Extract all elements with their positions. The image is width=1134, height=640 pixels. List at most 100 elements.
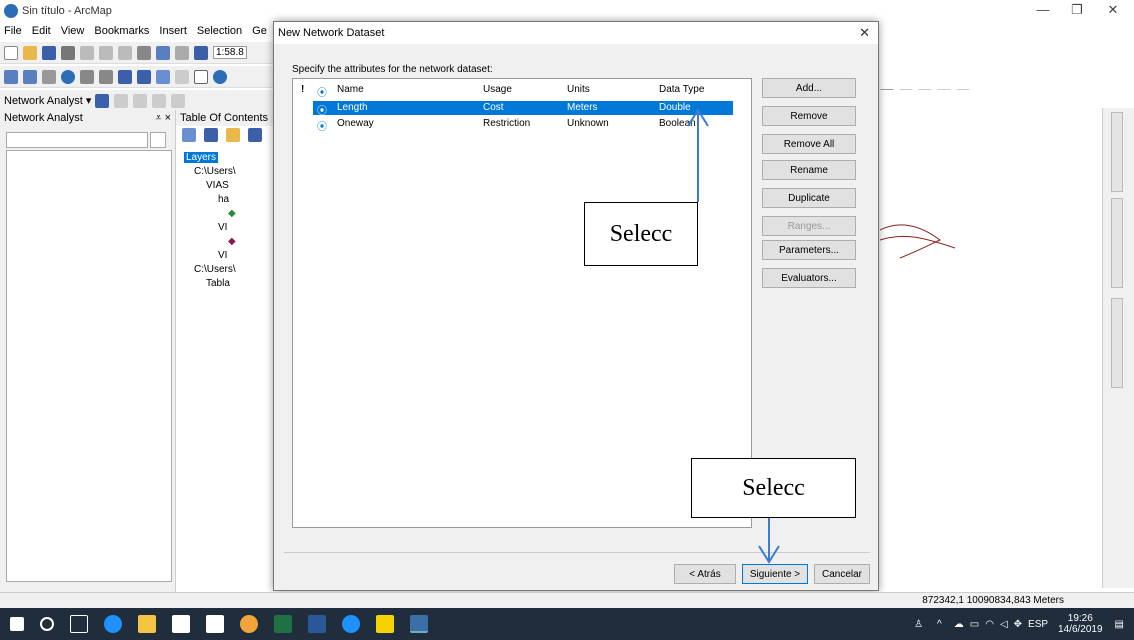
toc-item-layer-ha[interactable]: ha	[218, 194, 229, 205]
menu-edit[interactable]: Edit	[32, 25, 51, 37]
fixed-zoom-out-icon[interactable]	[99, 69, 113, 84]
redo-icon[interactable]	[175, 45, 189, 60]
menu-bookmarks[interactable]: Bookmarks	[94, 25, 149, 37]
identify-icon[interactable]	[213, 69, 227, 84]
word-icon[interactable]	[308, 615, 326, 633]
task-view-icon[interactable]	[70, 615, 88, 633]
new-network-dataset-dialog: New Network Dataset ✕ Specify the attrib…	[273, 21, 879, 591]
map-feature-lines	[879, 224, 956, 259]
arcmap-taskbar-icon[interactable]	[410, 615, 428, 633]
list-by-selection-icon[interactable]	[248, 128, 262, 142]
na-location-icon[interactable]	[114, 93, 129, 108]
battery-icon[interactable]: ▭	[970, 619, 979, 630]
callout-arrows	[687, 108, 780, 564]
windows-taskbar: ♙ ^ ☁ ▭ ◠ ◁ ✥ ESP 19:26 14/6/2019 ▤	[0, 608, 1134, 640]
maximize-icon[interactable]: ❐	[1062, 2, 1092, 18]
windows-start-icon[interactable]	[10, 617, 24, 631]
volume-icon[interactable]: ◁	[1000, 619, 1008, 630]
toc-item-layer-vi-checked[interactable]: VI	[218, 250, 227, 261]
na-classes-list[interactable]	[6, 150, 172, 582]
delete-icon[interactable]	[137, 45, 151, 60]
menu-selection[interactable]: Selection	[197, 25, 242, 37]
search-icon[interactable]	[40, 617, 54, 631]
app-title-bar: Sin título - ArcMap — ❐ ✕	[0, 0, 1134, 22]
file-explorer-icon[interactable]	[138, 615, 156, 633]
menu-file[interactable]: File	[4, 25, 22, 37]
select-features-icon[interactable]	[156, 69, 170, 84]
coordinates-readout: 872342,1 10090834,843 Meters	[922, 595, 1064, 606]
add-data-icon[interactable]	[194, 45, 208, 60]
tools-toolbar	[0, 66, 273, 88]
map-canvas[interactable]	[879, 90, 1102, 588]
wifi-icon[interactable]: ◠	[985, 619, 994, 630]
list-by-visibility-icon[interactable]	[226, 128, 240, 142]
edge-icon[interactable]	[104, 615, 122, 633]
toc-item-table[interactable]: Tabla	[206, 278, 230, 289]
notifications-icon[interactable]: ▤	[1115, 619, 1124, 630]
clock-time: 19:26	[1067, 613, 1093, 624]
catalog-tab[interactable]	[1111, 112, 1123, 192]
paste-icon[interactable]	[118, 45, 132, 60]
toc-item-layer-vi[interactable]: VI	[218, 222, 227, 233]
new-icon[interactable]	[4, 45, 18, 60]
clear-selection-icon[interactable]	[175, 69, 189, 84]
scale-input[interactable]: 1:58.8	[213, 46, 247, 59]
toc-item-gdb[interactable]: C:\Users\	[194, 166, 236, 177]
right-dock-tabs	[1102, 108, 1134, 588]
menu-bar: File Edit View Bookmarks Insert Selectio…	[0, 22, 280, 40]
close-icon[interactable]: ✕	[1098, 2, 1128, 18]
zoom-out-icon[interactable]	[23, 69, 37, 84]
app-title: Sin título - ArcMap	[22, 5, 112, 17]
na-pin-close-icon[interactable]: ⩡ ×	[155, 112, 171, 125]
toc-header: Table Of Contents	[176, 110, 274, 126]
menu-view[interactable]: View	[61, 25, 85, 37]
search-tab[interactable]	[1111, 298, 1123, 388]
na-layer-combo[interactable]	[6, 132, 148, 148]
mail-icon[interactable]	[206, 615, 224, 633]
na-build-icon[interactable]	[171, 93, 186, 108]
open-icon[interactable]	[23, 45, 37, 60]
list-by-drawing-order-icon[interactable]	[182, 128, 196, 142]
na-directions-icon[interactable]	[152, 93, 167, 108]
clock-date: 14/6/2019	[1058, 624, 1103, 635]
menu-insert[interactable]: Insert	[159, 25, 187, 37]
undo-icon[interactable]	[156, 45, 170, 60]
ie-icon[interactable]	[342, 615, 360, 633]
zoom-in-icon[interactable]	[4, 69, 18, 84]
network-analyst-dropdown[interactable]: Network Analyst ▾	[4, 94, 91, 107]
sticky-notes-icon[interactable]	[376, 615, 394, 633]
menu-geoprocessing[interactable]: Ge	[252, 25, 267, 37]
save-icon[interactable]	[42, 45, 56, 60]
tray-expand-icon[interactable]: ^	[937, 619, 942, 630]
language-indicator[interactable]: ESP	[1028, 619, 1048, 630]
full-extent-icon[interactable]	[61, 69, 75, 84]
print-icon[interactable]	[61, 45, 75, 60]
pan-icon[interactable]	[42, 69, 56, 84]
dropbox-icon[interactable]: ✥	[1014, 619, 1022, 630]
list-by-source-icon[interactable]	[204, 128, 218, 142]
excel-icon[interactable]	[274, 615, 292, 633]
na-solve-icon[interactable]	[133, 93, 148, 108]
toc-item-folder[interactable]: C:\Users\	[194, 264, 236, 275]
network-analyst-toolbar: Network Analyst ▾	[0, 90, 273, 112]
onedrive-icon[interactable]: ☁	[954, 619, 964, 630]
back-extent-icon[interactable]	[118, 69, 132, 84]
arctoolbox-tab[interactable]	[1111, 198, 1123, 288]
fixed-zoom-in-icon[interactable]	[80, 69, 94, 84]
toc-toolbar	[182, 128, 272, 146]
table-of-contents: Table Of Contents Layers C:\Users\ VIAS …	[176, 110, 274, 604]
clock[interactable]: 19:26 14/6/2019	[1058, 613, 1103, 635]
toc-item-layers[interactable]: Layers	[184, 152, 219, 163]
forward-extent-icon[interactable]	[137, 69, 151, 84]
select-elements-icon[interactable]	[194, 69, 208, 84]
store-icon[interactable]	[172, 615, 190, 633]
chrome-icon[interactable]	[240, 615, 258, 633]
status-bar: 872342,1 10090834,843 Meters	[0, 592, 1134, 608]
people-icon[interactable]: ♙	[914, 619, 923, 630]
cut-icon[interactable]	[80, 45, 94, 60]
toc-item-vias[interactable]: VIAS	[206, 180, 229, 191]
na-properties-icon[interactable]	[150, 132, 166, 148]
minimize-icon[interactable]: —	[1028, 2, 1058, 17]
na-window-icon[interactable]	[95, 93, 110, 108]
copy-icon[interactable]	[99, 45, 113, 60]
